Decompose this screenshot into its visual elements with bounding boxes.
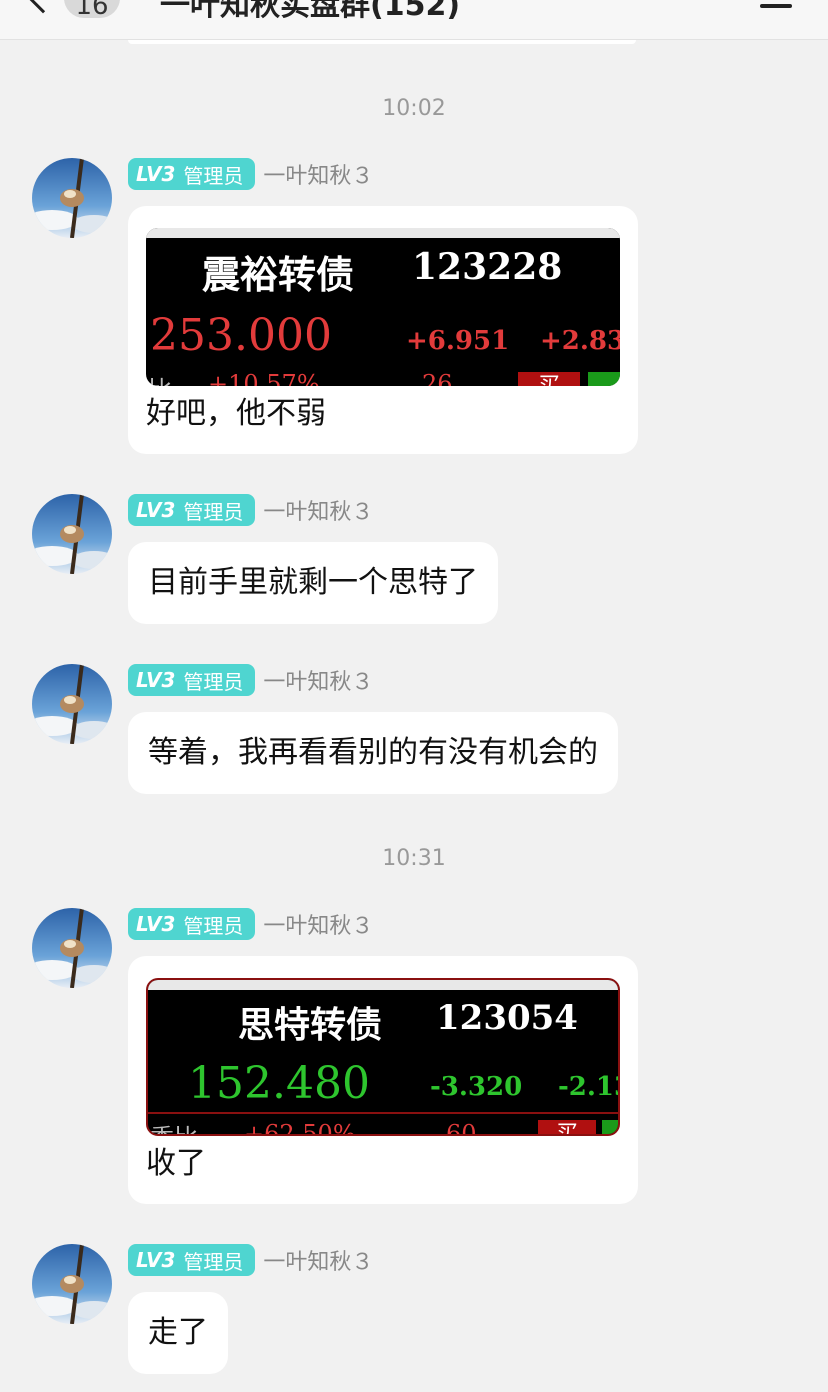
role-label: 管理员 [183, 163, 244, 188]
quote-sell-tag [602, 1120, 618, 1134]
sender-name: 一叶知秋３ [263, 500, 374, 525]
message-meta: LV3 管理员 一叶知秋３ [128, 158, 373, 190]
sender-name: 一叶知秋３ [263, 1250, 374, 1275]
quote-change: +6.951 [406, 326, 510, 356]
avatar[interactable] [32, 1244, 112, 1324]
message-meta: LV3 管理员 一叶知秋３ [128, 908, 373, 940]
quote-price: 253.000 [150, 310, 332, 361]
message-bubble[interactable]: 目前手里就剩一个思特了 [128, 542, 498, 624]
level-label: LV3 [136, 668, 176, 692]
quote-change: -3.320 [430, 1072, 523, 1102]
quote-titlebar [148, 980, 618, 990]
chat-header: 16 一叶知秋实盘群(152) [0, 0, 828, 40]
quote-row3-label: 委比 [150, 1118, 198, 1134]
quote-price: 152.480 [188, 1058, 370, 1109]
message-text: 走了 [148, 1315, 208, 1350]
role-label: 管理员 [183, 1249, 244, 1274]
sender-name: 一叶知秋３ [263, 914, 374, 939]
quote-percent: +2.83 [540, 326, 620, 356]
avatar[interactable] [32, 494, 112, 574]
quote-name: 思特转债 [238, 1004, 383, 1046]
quote-row3-count: 26 [422, 370, 453, 386]
quote-name: 震裕转债 [202, 252, 355, 297]
sender-name: 一叶知秋３ [263, 164, 374, 189]
timestamp: 10:31 [382, 846, 446, 871]
level-label: LV3 [136, 1248, 176, 1272]
avatar[interactable] [32, 664, 112, 744]
sender-name: 一叶知秋３ [263, 670, 374, 695]
quote-row3-value: +62.50% [244, 1120, 356, 1136]
quote-row3-label: 比 [148, 370, 172, 386]
quote-sell-tag [588, 372, 620, 386]
role-label: 管理员 [183, 913, 244, 938]
message-bubble[interactable]: 震裕转债 123228 253.000 +6.951 +2.83 比 +10.5… [128, 206, 638, 454]
previous-message-bubble [128, 40, 636, 44]
quote-row3-count: 60 [446, 1120, 477, 1136]
level-label: LV3 [136, 912, 176, 936]
role-badge: LV3 管理员 [128, 664, 256, 696]
message-bubble[interactable]: 思特转债 123054 152.480 -3.320 -2.13 委比 +62.… [128, 956, 638, 1204]
avatar[interactable] [32, 908, 112, 988]
back-icon[interactable] [24, 0, 62, 14]
level-label: LV3 [136, 162, 176, 186]
quote-percent: -2.13 [558, 1072, 618, 1102]
role-badge: LV3 管理员 [128, 158, 256, 190]
message-bubble[interactable]: 等着，我再看看别的有没有机会的 [128, 712, 618, 794]
quote-titlebar [146, 228, 620, 238]
message-text: 等着，我再看看别的有没有机会的 [148, 735, 598, 770]
message-meta: LV3 管理员 一叶知秋３ [128, 664, 373, 696]
message-meta: LV3 管理员 一叶知秋３ [128, 1244, 373, 1276]
role-badge: LV3 管理员 [128, 908, 256, 940]
unread-count-badge[interactable]: 16 [64, 0, 120, 21]
quote-row3-value: +10.57% [208, 370, 320, 386]
quote-buy-tag: 买 [518, 372, 580, 386]
message-text: 好吧，他不弱 [146, 396, 326, 431]
message-bubble[interactable]: 走了 [128, 1292, 228, 1374]
role-label: 管理员 [183, 669, 244, 694]
quote-divider [148, 1112, 618, 1114]
quote-code: 123228 [412, 246, 563, 288]
quote-buy-tag: 买 [538, 1120, 596, 1134]
message-text: 目前手里就剩一个思特了 [148, 565, 478, 600]
stock-quote-image[interactable]: 思特转债 123054 152.480 -3.320 -2.13 委比 +62.… [146, 978, 620, 1136]
role-badge: LV3 管理员 [128, 494, 256, 526]
message-text: 收了 [146, 1146, 206, 1181]
level-label: LV3 [136, 498, 176, 522]
avatar[interactable] [32, 158, 112, 238]
timestamp: 10:02 [382, 96, 446, 121]
role-label: 管理员 [183, 499, 244, 524]
quote-code: 123054 [436, 998, 578, 1038]
chat-title: 一叶知秋实盘群(152) [160, 0, 461, 23]
stock-quote-image[interactable]: 震裕转债 123228 253.000 +6.951 +2.83 比 +10.5… [146, 228, 620, 386]
role-badge: LV3 管理员 [128, 1244, 256, 1276]
message-meta: LV3 管理员 一叶知秋３ [128, 494, 373, 526]
menu-icon[interactable] [760, 4, 792, 8]
